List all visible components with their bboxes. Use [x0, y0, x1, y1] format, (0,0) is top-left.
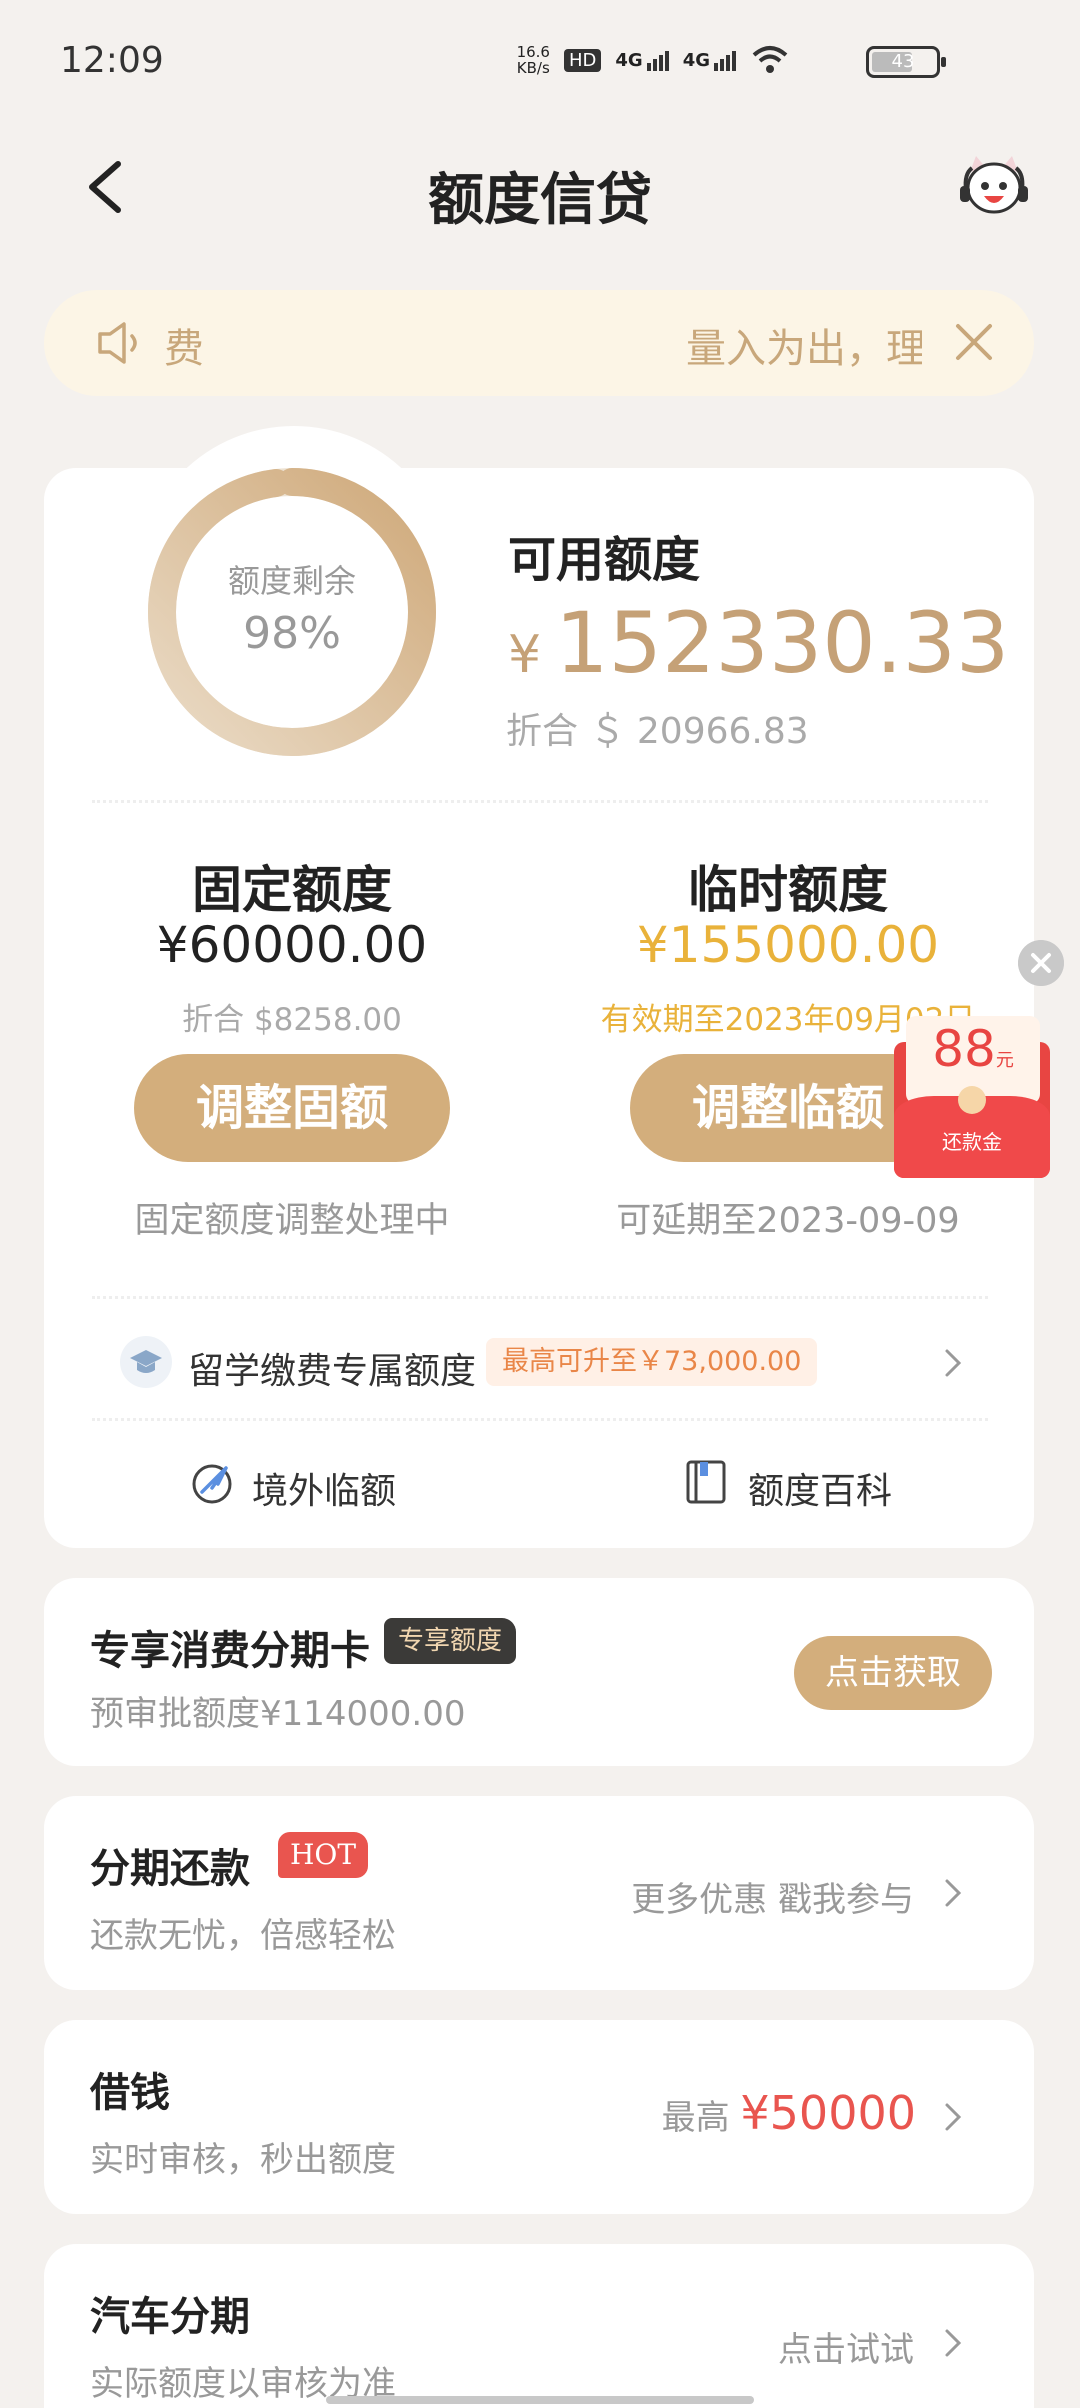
- exclusive-credit-tag: 专享额度: [384, 1618, 517, 1664]
- ring-label: 额度剩余: [227, 562, 356, 600]
- fixed-credit-title: 固定额度: [192, 861, 392, 919]
- signal2-icon: 4G: [683, 50, 736, 71]
- divider: [92, 1296, 988, 1299]
- hd-icon: HD: [563, 48, 602, 72]
- speaker-icon: [98, 322, 137, 364]
- sim1-label: 4G: [615, 49, 643, 71]
- installment-card-subtitle: 预审批额度¥114000.00: [90, 1694, 466, 1734]
- adjust-fixed-button[interactable]: 调整固额: [134, 1054, 450, 1162]
- borrow-card-subtitle: 实时审核，秒出额度: [90, 2140, 396, 2180]
- credit-wiki-link[interactable]: 额度百科: [748, 1462, 892, 1514]
- repayment-bonus-packet[interactable]: 88元 还款金: [894, 1016, 1050, 1178]
- installment-card-title: 专享消费分期卡: [90, 1628, 370, 1674]
- coin-icon: [958, 1086, 986, 1114]
- borrow-max-amount: ¥50000: [740, 2086, 916, 2140]
- chevron-right-icon: [945, 2329, 962, 2357]
- book-icon: [686, 1460, 726, 1504]
- customer-service-mascot-icon[interactable]: [958, 150, 1030, 222]
- chevron-right-icon: [945, 2103, 962, 2131]
- get-now-button[interactable]: 点击获取: [794, 1636, 992, 1710]
- overseas-temp-credit-link[interactable]: 境外临额: [252, 1462, 396, 1514]
- fixed-credit-converted: 折合 $8258.00: [182, 1002, 402, 1038]
- wifi-icon: [752, 46, 788, 73]
- chevron-right-icon: [945, 1879, 962, 1907]
- status-icons: 16.6 KB/s HD 4G 4G: [517, 44, 790, 76]
- fixed-credit-amount: ¥60000.00: [156, 916, 428, 974]
- car-card-title: 汽车分期: [90, 2294, 250, 2340]
- temp-credit-amount: ¥155000.00: [636, 916, 940, 974]
- borrow-max-prefix: 最高: [661, 2098, 730, 2138]
- study-abroad-tag: 最高可升至￥73,000.00: [486, 1338, 818, 1386]
- currency-symbol: ¥: [508, 625, 542, 685]
- borrow-card-max: 最高 ¥50000: [662, 2086, 916, 2140]
- notice-text: 量入为出，理: [686, 326, 922, 372]
- study-abroad-label: 留学缴费专属额度: [188, 1351, 477, 1392]
- net-speed: 16.6 KB/s: [517, 44, 550, 76]
- packet-unit: 元: [995, 1050, 1014, 1071]
- divider: [92, 800, 988, 803]
- battery-icon: 43: [866, 46, 946, 78]
- notice-bar: 费 量入为出，理: [44, 290, 1034, 396]
- chevron-right-icon: [945, 1349, 962, 1377]
- sim2-label: 4G: [682, 49, 710, 71]
- available-credit-converted: 折合 ＄ 20966.83: [506, 711, 809, 752]
- page-title: 额度信贷: [428, 168, 652, 233]
- packet-amount-value: 88: [932, 1020, 996, 1078]
- temp-credit-title: 临时额度: [688, 861, 888, 919]
- packet-label: 还款金: [942, 1130, 1002, 1154]
- packet-amount: 88元: [906, 1020, 1040, 1078]
- signal1-icon: 4G: [615, 49, 669, 71]
- battery-level: 43: [891, 51, 915, 72]
- close-float-icon[interactable]: [1018, 940, 1064, 986]
- car-card-cta: 点击试试: [778, 2330, 914, 2370]
- repay-card-cta: 更多优惠 戳我参与: [631, 1880, 914, 1920]
- notice-left-text: 费: [164, 326, 204, 372]
- available-credit-amount: ¥152330.33: [508, 594, 1009, 692]
- temp-credit-note: 可延期至2023-09-09: [616, 1201, 960, 1241]
- close-icon[interactable]: [952, 320, 996, 364]
- hot-badge: HOT: [278, 1832, 369, 1878]
- divider: [92, 1418, 988, 1421]
- graduation-cap-icon: [120, 1336, 172, 1388]
- repay-card-title: 分期还款: [90, 1846, 250, 1892]
- available-amount-value: 152330.33: [555, 594, 1010, 692]
- fixed-credit-note: 固定额度调整处理中: [134, 1201, 450, 1241]
- net-speed-unit: KB/s: [516, 59, 550, 77]
- status-time: 12:09: [60, 40, 164, 81]
- ring-percent: 98%: [243, 608, 341, 659]
- overseas-plane-icon: [192, 1464, 232, 1504]
- net-speed-value: 16.6: [516, 43, 550, 61]
- available-credit-label: 可用额度: [508, 532, 701, 588]
- borrow-card-title: 借钱: [90, 2070, 170, 2116]
- repay-card-subtitle: 还款无忧，倍感轻松: [90, 1916, 396, 1956]
- home-indicator[interactable]: [326, 2396, 754, 2404]
